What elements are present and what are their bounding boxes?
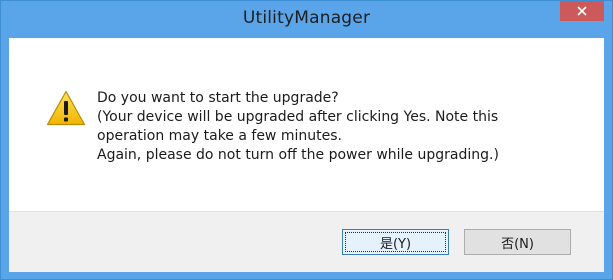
message-line: operation may take a few minutes. [97,128,342,144]
no-button[interactable]: 否(N) [464,229,571,255]
yes-button[interactable]: 是(Y) [342,229,449,255]
message-line: (Your device will be upgraded after clic… [97,109,499,125]
message-area: Do you want to start the upgrade? (Your … [9,38,604,211]
message-text: Do you want to start the upgrade? (Your … [97,89,577,165]
message-line: Do you want to start the upgrade? [97,90,339,106]
yes-button-label: 是(Y) [379,236,412,252]
close-icon [577,6,587,16]
close-button[interactable] [560,1,604,21]
button-bar: 是(Y) 否(N) [9,211,604,272]
dialog-window: UtilityManager Do you want to start the … [0,0,613,280]
window-title: UtilityManager [242,8,371,28]
dialog-content: Do you want to start the upgrade? (Your … [9,38,604,272]
title-bar[interactable]: UtilityManager [1,1,612,38]
no-button-label: 否(N) [501,236,534,252]
warning-icon [46,90,86,126]
message-line: Again, please do not turn off the power … [97,147,499,163]
